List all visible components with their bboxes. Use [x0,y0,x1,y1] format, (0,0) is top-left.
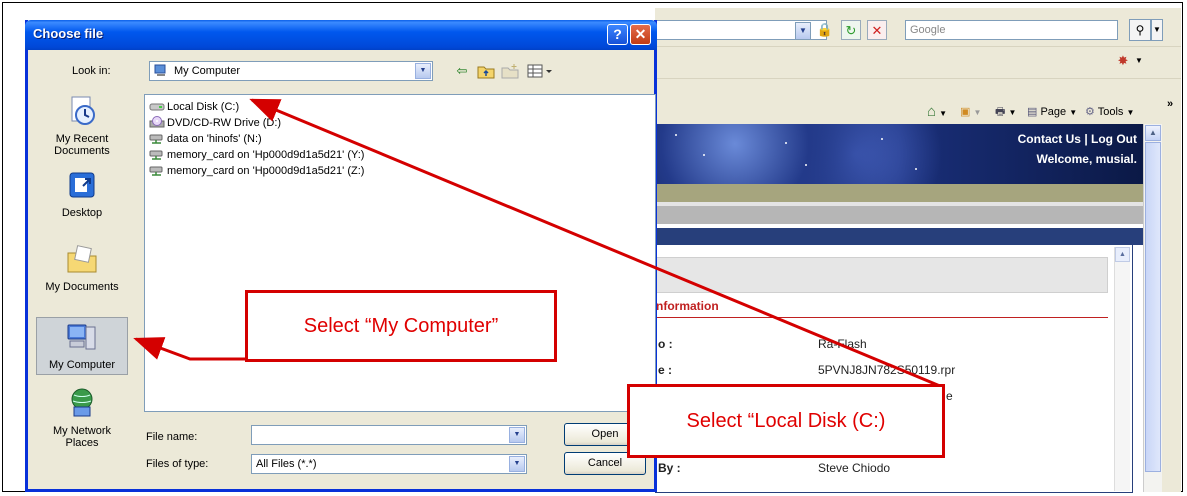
callout-select-local-disk: Select “Local Disk (C:) [627,384,945,458]
list-item[interactable]: data on 'hinofs' (N:) [149,131,262,147]
my-computer-icon [67,324,96,350]
place-desktop[interactable]: Desktop [36,169,128,219]
file-name: memory_card on 'Hp000d9d1a5d21' (Y:) [167,149,365,161]
search-icon[interactable]: ⚲ [1129,19,1151,41]
files-of-type-value: All Files (*.*) [256,458,317,470]
network-drive-icon [149,150,163,160]
contact-logout-links[interactable]: Contact Us | Log Out [1018,132,1137,146]
content-scrollbar[interactable]: ▲ [1114,247,1130,491]
place-my-recent-documents[interactable]: My Recent Documents [36,95,128,157]
file-name-label: File name: [146,431,198,443]
hard-disk-icon [149,103,165,111]
place-label: My Documents [45,281,119,293]
new-folder-icon[interactable] [501,63,519,79]
chevron-down-icon[interactable]: ▼ [509,427,525,443]
welcome-text: Welcome, musial. [1036,152,1137,166]
place-label: My Computer [48,359,116,371]
field-label: e : [658,363,673,377]
information-heading: nformation [656,299,719,313]
up-folder-icon[interactable] [477,63,495,79]
list-item[interactable]: DVD/CD-RW Drive (D:) [149,115,281,131]
address-dropdown-button[interactable]: ▼ [795,22,811,40]
address-toolbar: ▼ 🔒 ↻ ✕ Google ⚲ ▼ [655,14,1181,44]
place-label: My Network Places [52,425,112,449]
list-item[interactable]: memory_card on 'Hp000d9d1a5d21' (Y:) [149,147,364,163]
close-button[interactable]: ✕ [630,24,651,45]
file-name: memory_card on 'Hp000d9d1a5d21' (Z:) [167,165,365,177]
home-icon[interactable]: ⌂ ▼ [927,102,947,122]
tools-menu-button[interactable]: ⚙ Tools ▼ [1085,102,1134,122]
scroll-up-arrow-icon[interactable]: ▲ [1115,247,1130,262]
field-value: 5PVNJ8JN782S50119.rpr [818,363,956,377]
gear-icon: ⚙ [1085,106,1095,118]
field-value: Ra-Flash [818,337,867,351]
olive-nav-bar [655,184,1143,202]
file-name: DVD/CD-RW Drive (D:) [167,117,282,129]
section-header-bar [655,228,1143,245]
page-menu-button[interactable]: ▤ Page ▼ [1027,102,1077,122]
cd-drive-icon [149,116,165,128]
dialog-title: Choose file [33,26,104,41]
network-places-icon [71,388,93,417]
search-input[interactable]: Google [905,20,1118,40]
print-icon[interactable]: 🖶 ▼ [995,102,1016,122]
place-my-network-places[interactable]: My Network Places [36,387,128,449]
refresh-icon[interactable]: ↻ [841,20,861,40]
gray-nav-bar [655,206,1143,224]
site-banner: Contact Us | Log Out Welcome, musial. [655,124,1143,184]
place-my-documents[interactable]: My Documents [36,243,128,293]
field-label: o : [658,337,673,351]
files-of-type-label: Files of type: [146,458,209,470]
dialog-title-bar[interactable]: Choose file ? ✕ [25,20,657,50]
my-computer-icon [154,64,166,76]
heading-underline [656,317,1108,318]
file-name: data on 'hinofs' (N:) [167,133,262,145]
list-item[interactable]: memory_card on 'Hp000d9d1a5d21' (Z:) [149,163,364,179]
places-bar: My Recent Documents Desktop My Documents [31,91,131,471]
help-button[interactable]: ? [607,24,628,45]
content-header-bar [656,257,1108,293]
my-documents-icon [67,245,97,273]
scroll-up-arrow-icon[interactable]: ▲ [1145,125,1161,141]
choose-file-dialog: Choose file ? ✕ Look in: My Computer ▼ ⇦… [25,20,657,492]
page-icon: ▤ [1027,106,1038,118]
addon-dropdown-icon[interactable]: ▼ [1129,51,1149,71]
file-list[interactable]: Local Disk (C:) DVD/CD-RW Drive (D:) dat… [144,94,656,412]
callout-select-my-computer: Select “My Computer” [245,290,557,362]
search-options-dropdown[interactable]: ▼ [1151,19,1163,41]
file-name-field[interactable]: ▼ [251,425,527,445]
stop-icon[interactable]: ✕ [867,20,887,40]
chevron-down-icon[interactable]: ▼ [415,63,431,79]
look-in-value: My Computer [174,65,241,77]
field-label: By : [658,461,681,475]
network-drive-icon [149,134,163,144]
place-label: My Recent Documents [54,133,110,157]
tools-menu-label: Tools [1097,106,1124,118]
scrollbar-thumb[interactable] [1145,142,1161,472]
views-menu-icon[interactable] [527,63,553,79]
page-scrollbar[interactable]: ▲ [1143,124,1162,492]
network-drive-icon [149,166,163,176]
list-item[interactable]: Local Disk (C:) [149,99,239,115]
back-arrow-icon[interactable]: ⇦ [453,63,471,79]
links-toolbar: ✸ ▼ [655,46,1181,77]
files-of-type-dropdown[interactable]: All Files (*.*) ▼ [251,454,527,474]
place-my-computer[interactable]: My Computer [36,317,128,375]
chevron-down-icon[interactable]: ▼ [509,456,525,472]
field-value: e [946,389,953,403]
look-in-dropdown[interactable]: My Computer ▼ [149,61,433,81]
feeds-icon[interactable]: ▣ ▼ [960,102,981,122]
recent-documents-icon [71,96,95,125]
file-name: Local Disk (C:) [167,101,240,113]
field-value: Steve Chiodo [818,461,891,475]
lock-icon: 🔒 [816,22,834,37]
desktop-icon [69,172,95,198]
place-label: Desktop [61,207,103,219]
look-in-label: Look in: [72,65,111,77]
toolbar-overflow-chevron[interactable]: » [1167,94,1173,114]
page-menu-label: Page [1040,106,1067,118]
